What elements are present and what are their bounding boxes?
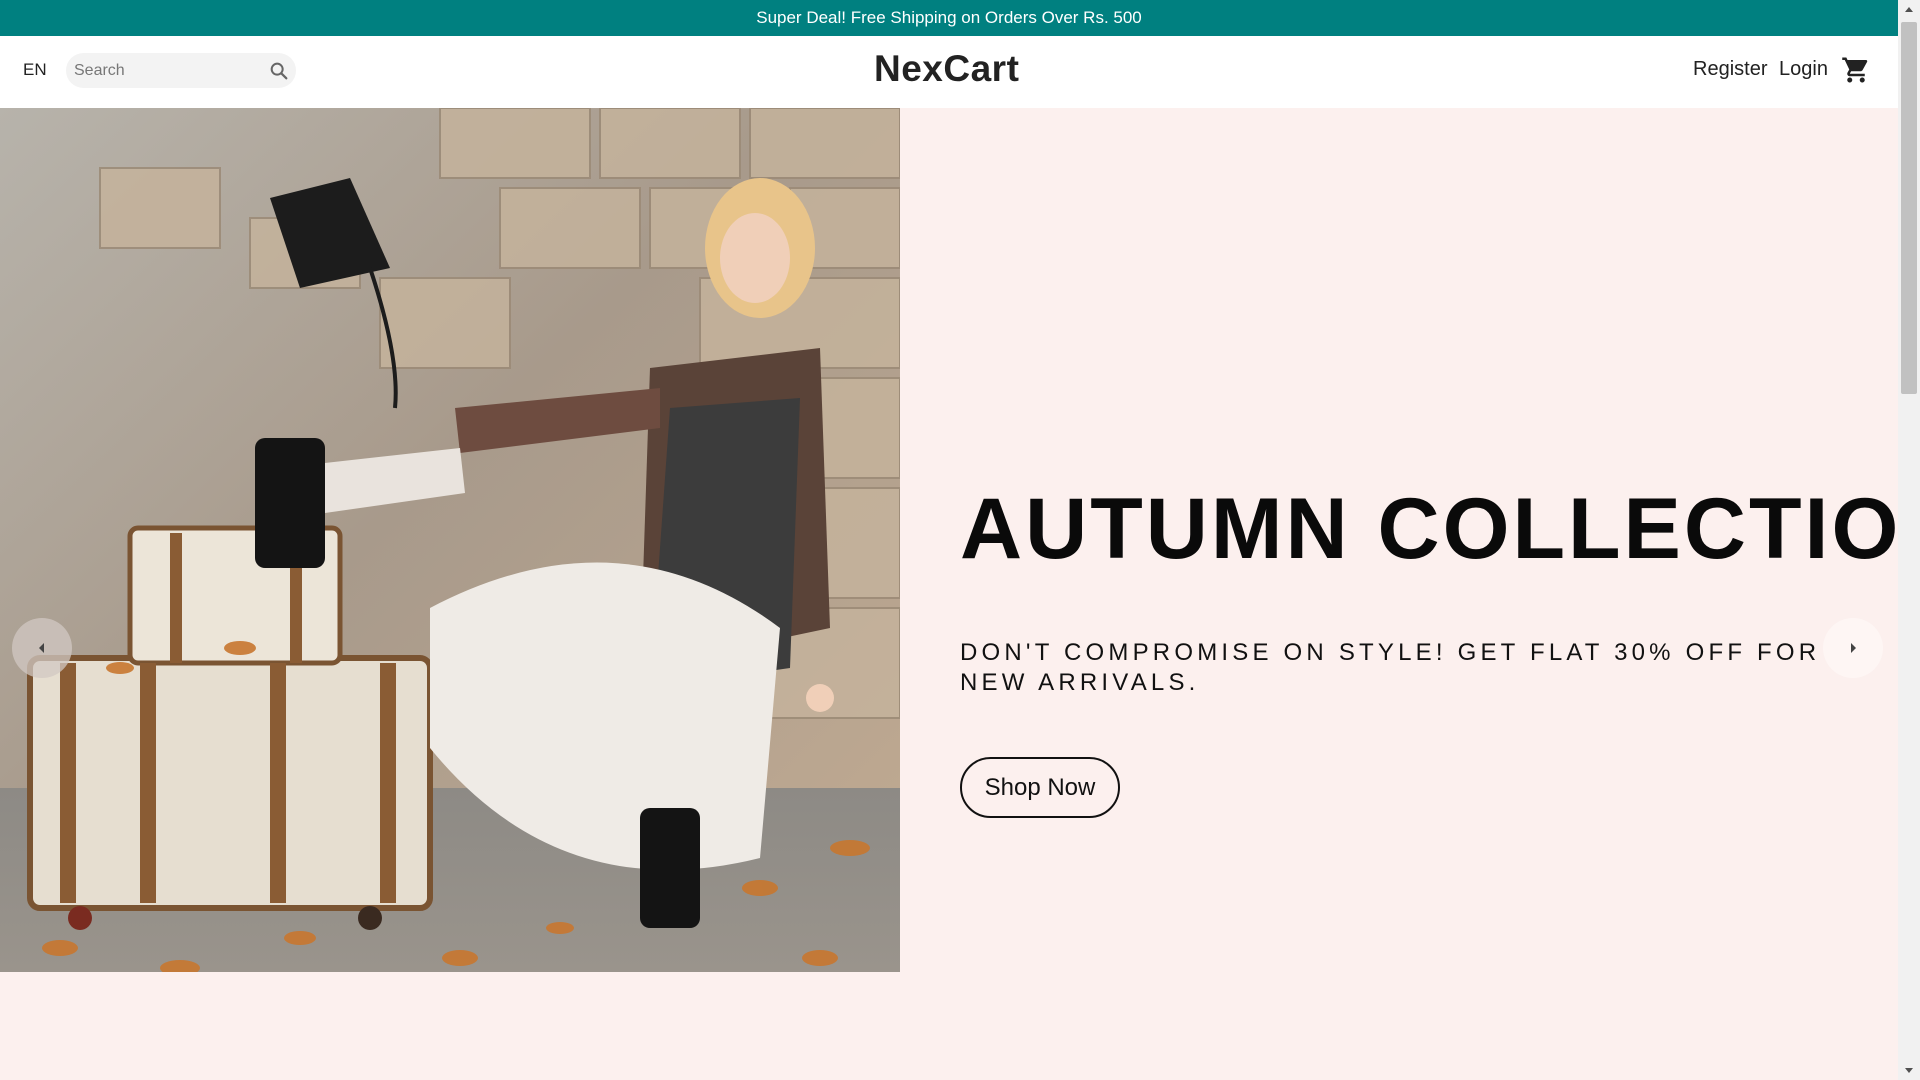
search-input[interactable]	[66, 60, 256, 81]
slider-prev-button[interactable]	[12, 618, 72, 678]
search-icon[interactable]	[268, 60, 290, 82]
shop-now-button[interactable]: Shop Now	[960, 757, 1120, 818]
header: EN NexCart Register Login	[0, 36, 1898, 108]
slider-next-button[interactable]	[1823, 618, 1883, 678]
announcement-text: Super Deal! Free Shipping on Orders Over…	[756, 8, 1142, 27]
login-link[interactable]: Login	[1779, 58, 1828, 81]
page: Super Deal! Free Shipping on Orders Over…	[0, 0, 1920, 1080]
search-box	[66, 53, 296, 88]
chevron-right-icon	[1851, 643, 1856, 653]
announcement-bar: Super Deal! Free Shipping on Orders Over…	[0, 0, 1898, 36]
chevron-left-icon	[39, 643, 44, 653]
hero-image	[0, 108, 900, 972]
site-logo[interactable]: NexCart	[874, 48, 1019, 90]
scroll-down-arrow-icon[interactable]	[1903, 1064, 1915, 1076]
hero-subtitle: DON'T COMPROMISE ON STYLE! GET FLAT 30% …	[960, 639, 1821, 696]
hero-title: AUTUMN COLLECTION	[960, 481, 1920, 577]
scroll-up-arrow-icon[interactable]	[1903, 4, 1915, 16]
register-link[interactable]: Register	[1693, 58, 1767, 81]
hero-photo	[0, 108, 900, 972]
cart-icon[interactable]	[1841, 55, 1871, 85]
page-scrollbar[interactable]	[1898, 0, 1920, 1080]
hero-banner: AUTUMN COLLECTION DON'T COMPROMISE ON ST…	[0, 108, 1920, 972]
language-selector[interactable]: EN	[23, 60, 47, 80]
scrollbar-thumb[interactable]	[1901, 22, 1917, 394]
